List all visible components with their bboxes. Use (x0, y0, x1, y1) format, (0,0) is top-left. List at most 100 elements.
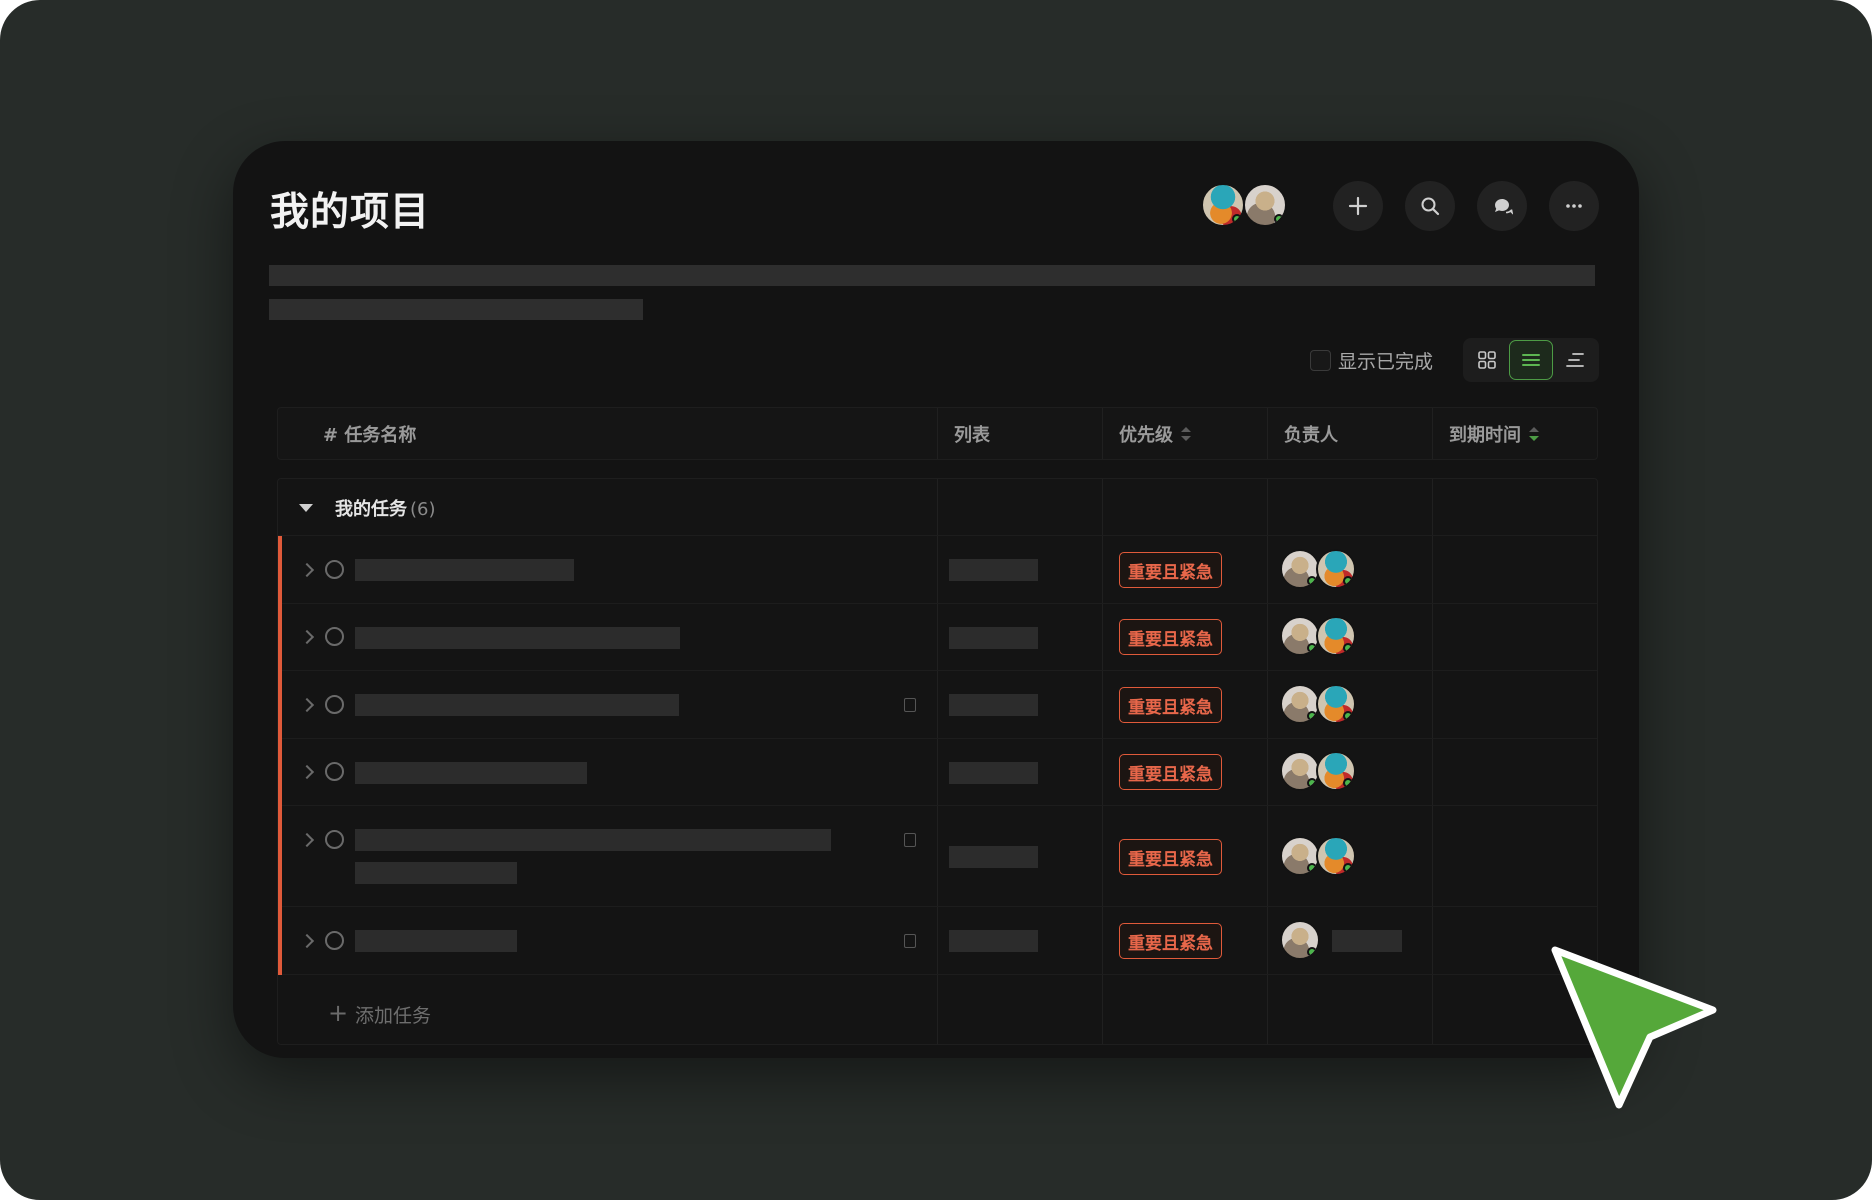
online-indicator (1343, 576, 1353, 586)
assignee-avatars[interactable] (1280, 751, 1370, 793)
chevron-right-icon[interactable] (299, 562, 315, 578)
avatar (1280, 549, 1320, 589)
sort-icon[interactable] (1181, 426, 1191, 441)
view-toolbar: 显示已完成 (1309, 338, 1599, 382)
online-indicator (1343, 643, 1353, 653)
list-placeholder (949, 762, 1038, 784)
complete-toggle[interactable] (325, 931, 344, 950)
priority-accent (278, 907, 282, 975)
gantt-view-button[interactable] (1553, 340, 1597, 380)
column-header-list[interactable]: 列表 (954, 408, 990, 459)
list-placeholder (949, 694, 1038, 716)
search-button[interactable] (1405, 181, 1455, 231)
sort-icon[interactable] (1529, 426, 1539, 441)
avatar (1316, 836, 1356, 876)
table-row[interactable]: 重要且紧急 (278, 739, 1597, 806)
column-header-due-label: 到期时间 (1449, 424, 1521, 446)
complete-toggle[interactable] (325, 627, 344, 646)
list-view-button[interactable] (1509, 340, 1553, 380)
priority-accent (278, 671, 282, 739)
chevron-right-icon[interactable] (299, 933, 315, 949)
task-name-placeholder (355, 559, 574, 581)
chat-button[interactable] (1477, 181, 1527, 231)
list-icon (1522, 354, 1540, 366)
priority-badge[interactable]: 重要且紧急 (1119, 839, 1222, 875)
chevron-right-icon[interactable] (299, 832, 315, 848)
priority-badge[interactable]: 重要且紧急 (1119, 923, 1222, 959)
complete-toggle[interactable] (325, 695, 344, 714)
add-button[interactable] (1333, 181, 1383, 231)
avatar (1280, 751, 1320, 791)
priority-badge[interactable]: 重要且紧急 (1119, 619, 1222, 655)
task-name-placeholder (355, 762, 587, 784)
assignee-avatars[interactable] (1280, 684, 1370, 726)
priority-accent (278, 739, 282, 806)
online-indicator (1343, 778, 1353, 788)
priority-accent (278, 536, 282, 604)
task-name-placeholder (355, 829, 831, 851)
task-table: # 任务名称 列表 优先级 负责人 到期时间 我的任务 (6) 重要且紧急 重要… (277, 407, 1598, 1045)
column-divider (937, 408, 938, 459)
view-switcher (1463, 338, 1599, 382)
assignee-avatars[interactable] (1280, 616, 1370, 658)
group-label: 我的任务 (6) (335, 495, 436, 521)
column-header-due[interactable]: 到期时间 (1449, 408, 1539, 459)
member-avatars[interactable] (1201, 183, 1291, 229)
online-indicator (1307, 643, 1317, 653)
online-indicator (1232, 214, 1242, 224)
online-indicator (1307, 778, 1317, 788)
search-icon (1421, 197, 1440, 216)
avatar[interactable] (1201, 183, 1245, 227)
online-indicator (1343, 711, 1353, 721)
caret-down-icon[interactable] (299, 504, 313, 512)
table-row[interactable]: 重要且紧急 (278, 907, 1597, 975)
ellipsis-icon (1566, 204, 1582, 208)
online-indicator (1274, 214, 1284, 224)
column-header-task-name[interactable]: # 任务名称 (323, 408, 416, 459)
grid-icon (1478, 351, 1496, 369)
add-task-label: 添加任务 (355, 1005, 432, 1027)
task-name-placeholder (355, 694, 679, 716)
chevron-right-icon[interactable] (299, 764, 315, 780)
group-row[interactable]: 我的任务 (6) (278, 479, 1597, 536)
complete-toggle[interactable] (325, 762, 344, 781)
task-name-placeholder (355, 930, 517, 952)
avatar (1316, 684, 1356, 724)
avatar[interactable] (1243, 183, 1287, 227)
add-task-row[interactable]: + 添加任务 (278, 977, 1597, 1045)
more-button[interactable] (1549, 181, 1599, 231)
group-name: 我的任务 (335, 499, 407, 520)
priority-badge[interactable]: 重要且紧急 (1119, 687, 1222, 723)
description-placeholder (269, 299, 643, 320)
table-row[interactable]: 重要且紧急 (278, 604, 1597, 671)
assignee-avatars[interactable] (1280, 549, 1370, 591)
column-divider (1432, 408, 1433, 459)
show-completed-label[interactable]: 显示已完成 (1338, 347, 1433, 374)
avatar (1316, 751, 1356, 791)
task-name-placeholder (355, 627, 680, 649)
complete-toggle[interactable] (325, 560, 344, 579)
online-indicator (1343, 863, 1353, 873)
pointer-cursor-icon (1551, 946, 1717, 1109)
avatar (1280, 920, 1320, 960)
document-icon (904, 698, 916, 712)
table-row[interactable]: 重要且紧急 (278, 806, 1597, 907)
column-header-assignee[interactable]: 负责人 (1284, 408, 1338, 459)
priority-accent (278, 806, 282, 907)
list-placeholder (949, 627, 1038, 649)
chevron-right-icon[interactable] (299, 697, 315, 713)
column-header-priority[interactable]: 优先级 (1119, 408, 1191, 459)
priority-badge[interactable]: 重要且紧急 (1119, 754, 1222, 790)
assignee-avatars[interactable] (1280, 836, 1370, 878)
chevron-right-icon[interactable] (299, 629, 315, 645)
complete-toggle[interactable] (325, 830, 344, 849)
priority-badge[interactable]: 重要且紧急 (1119, 552, 1222, 588)
page-title: 我的项目 (270, 190, 431, 235)
show-completed-checkbox[interactable] (1309, 349, 1331, 371)
table-row[interactable]: 重要且紧急 (278, 671, 1597, 739)
board-view-button[interactable] (1465, 340, 1509, 380)
table-row[interactable]: 重要且紧急 (278, 536, 1597, 604)
assignee-name-placeholder (1332, 930, 1402, 952)
plus-icon: + (328, 999, 349, 1027)
avatar (1280, 684, 1320, 724)
